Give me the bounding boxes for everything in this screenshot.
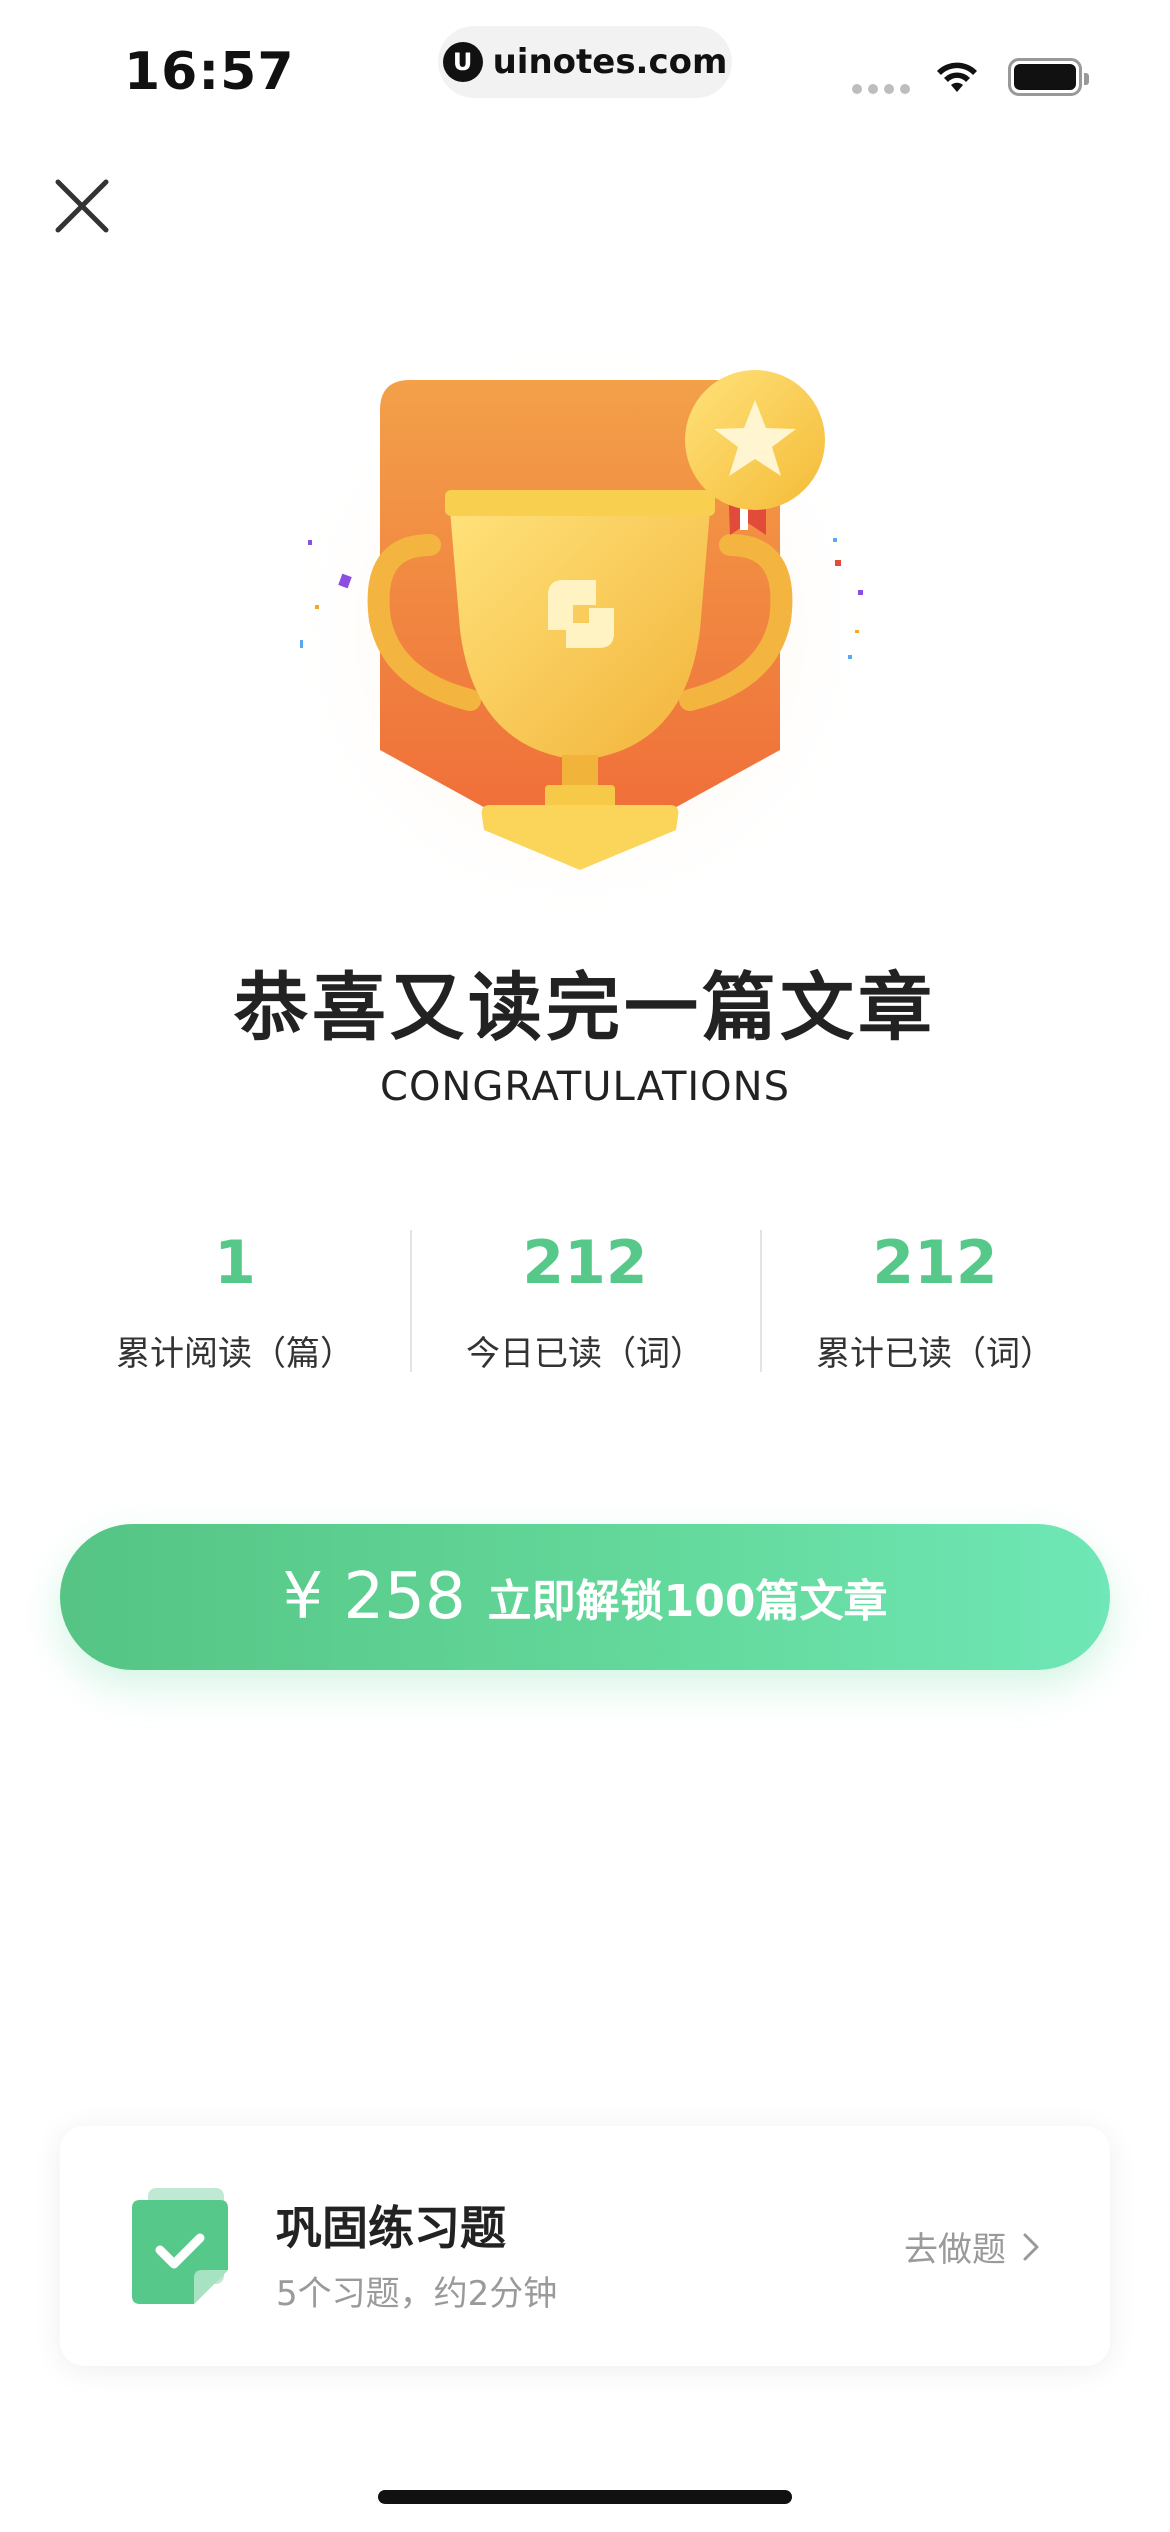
chevron-right-icon — [1023, 2233, 1039, 2260]
page-title: 恭喜又读完一篇文章 — [234, 965, 936, 1051]
stat-value: 1 — [214, 1228, 256, 1298]
stat-value: 212 — [522, 1228, 648, 1298]
unlock-price: ¥ 258 — [282, 1560, 466, 1634]
reading-stats: 1 累计阅读（篇） 212 今日已读（词） 212 累计已读（词） — [60, 1224, 1110, 1374]
go-practice-link[interactable]: 去做题 — [904, 2222, 1040, 2271]
status-time: 16:57 — [124, 42, 295, 102]
close-icon[interactable] — [52, 176, 112, 236]
stat-total-articles: 1 累计阅读（篇） — [60, 1224, 410, 1374]
url-pill[interactable]: U uinotes.com — [438, 26, 732, 98]
stat-today-words: 212 今日已读（词） — [410, 1224, 760, 1374]
practice-subtitle: 5个习题，约2分钟 — [276, 2274, 558, 2314]
unlock-button[interactable]: ¥ 258 立即解锁100篇文章 — [60, 1524, 1110, 1670]
signal-icon — [852, 84, 910, 94]
stat-label: 累计已读（词） — [816, 1334, 1054, 1374]
go-practice-label: 去做题 — [904, 2230, 1006, 2270]
home-indicator[interactable] — [378, 2490, 792, 2504]
stat-total-words: 212 累计已读（词） — [760, 1224, 1110, 1374]
site-logo-icon: U — [442, 42, 483, 82]
exercise-check-icon — [132, 2188, 228, 2304]
practice-card[interactable]: 巩固练习题 5个习题，约2分钟 去做题 — [60, 2126, 1110, 2366]
unlock-label: 立即解锁100篇文章 — [487, 1576, 888, 1627]
wifi-icon — [937, 62, 977, 92]
practice-title: 巩固练习题 — [276, 2201, 506, 2255]
stat-label: 累计阅读（篇） — [116, 1334, 354, 1374]
url-text: uinotes.com — [492, 42, 728, 82]
stat-value: 212 — [872, 1228, 998, 1298]
trophy-illustration — [280, 330, 880, 930]
battery-icon — [1008, 58, 1089, 96]
page-subtitle: CONGRATULATIONS — [380, 1064, 790, 1110]
stat-label: 今日已读（词） — [466, 1334, 704, 1374]
